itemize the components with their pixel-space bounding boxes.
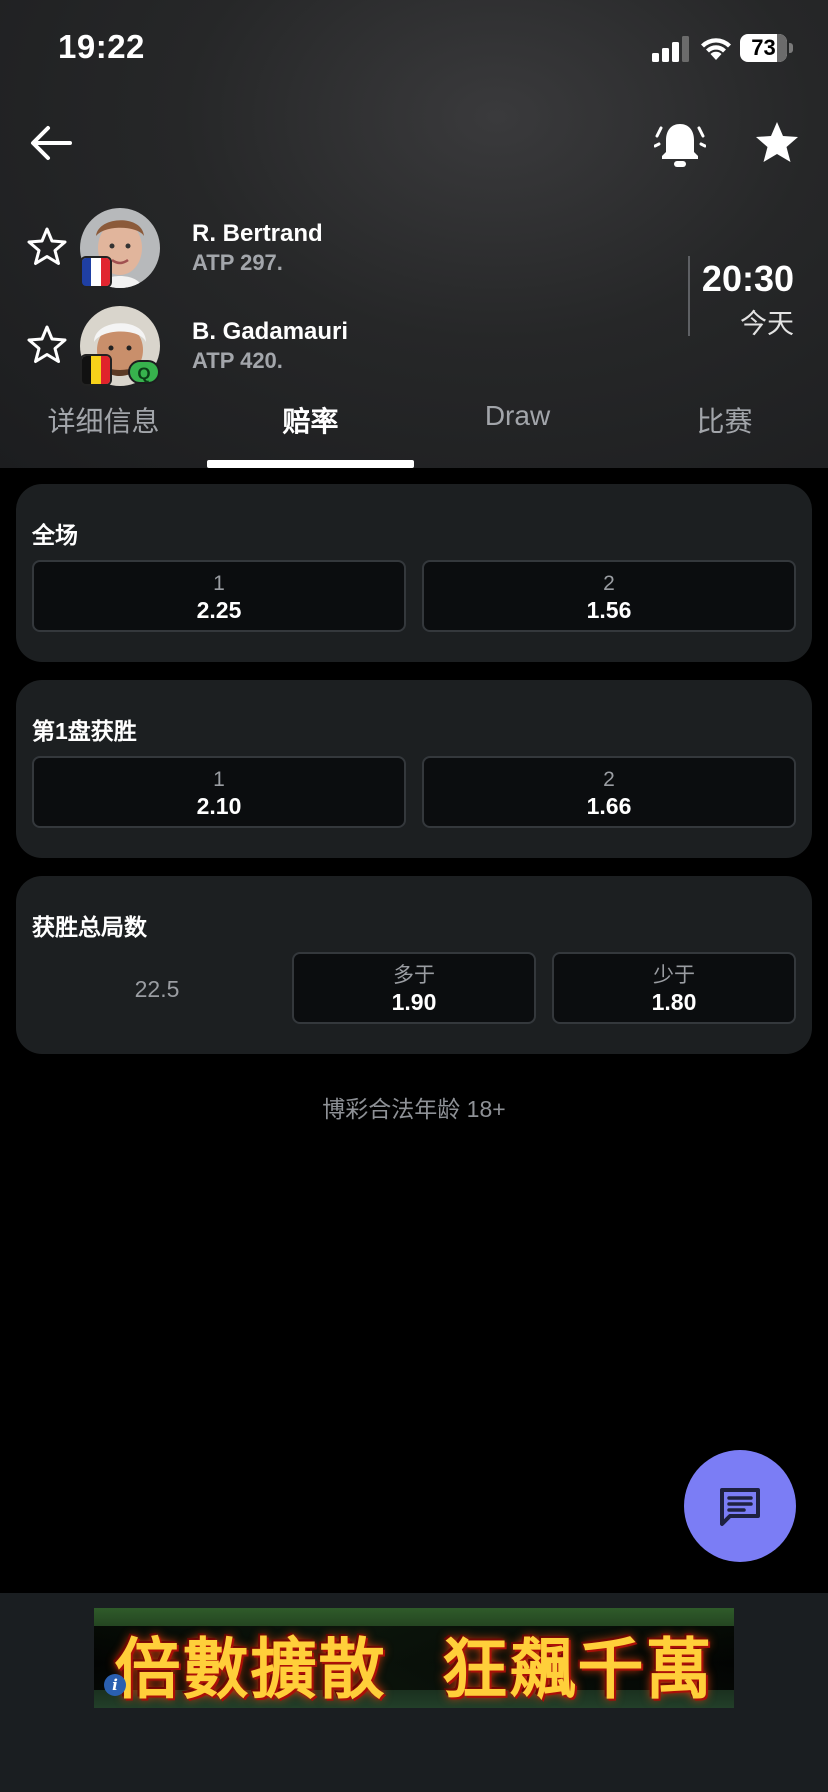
odds-button-player-1[interactable]: 1 2.10 [32, 756, 406, 828]
player-rank: ATP 420. [192, 348, 283, 373]
player-row-1[interactable]: R. Bertrand ATP 297. [0, 204, 700, 290]
odds-label: 多于 [393, 964, 435, 987]
odds-button-player-1[interactable]: 1 2.25 [32, 560, 406, 632]
odds-label: 1 [213, 768, 225, 791]
odds-label: 2 [603, 768, 615, 791]
chat-button[interactable] [684, 1450, 796, 1562]
odds-value: 1.90 [391, 989, 437, 1015]
odds-button-player-2[interactable]: 2 1.66 [422, 756, 796, 828]
favorite-star-icon[interactable] [752, 118, 802, 168]
back-arrow-icon[interactable] [26, 118, 76, 168]
flag-belgium-icon [80, 354, 112, 386]
divider [688, 256, 690, 336]
odds-label: 1 [213, 572, 225, 595]
qualifier-badge: Q [128, 360, 160, 384]
odds-label: 2 [603, 572, 615, 595]
active-tab-indicator [207, 460, 414, 468]
match-header: 19:22 73 R. Bertrand ATP 297. Q B. Gadam… [0, 0, 828, 468]
wifi-icon [701, 38, 731, 60]
battery-indicator: 73 [740, 34, 793, 62]
status-bar: 19:22 73 [0, 0, 828, 100]
tab-matches[interactable]: 比赛 [621, 400, 828, 440]
total-games-line: 22.5 [134, 976, 180, 1002]
battery-level: 73 [751, 35, 776, 60]
player-name: R. Bertrand [192, 220, 323, 247]
chat-message-icon [720, 1488, 760, 1526]
odds-button-over[interactable]: 多于 1.90 [292, 952, 536, 1024]
player-row-2[interactable]: Q B. Gadamauri ATP 420. [0, 302, 700, 388]
tab-bar: 详细信息 赔率 Draw 比赛 [0, 390, 828, 468]
market-title: 全场 [32, 522, 78, 548]
match-start-time: 20:30 [701, 258, 794, 299]
cellular-signal-icon [652, 36, 689, 62]
match-day: 今天 [740, 309, 794, 339]
legal-age-note: 博彩合法年龄 18+ [322, 1096, 506, 1122]
ad-info-icon[interactable]: i [104, 1674, 126, 1696]
ad-area: 倍數擴散 狂飆千萬 i [0, 1593, 828, 1792]
odds-value: 2.25 [196, 597, 242, 623]
odds-value: 1.56 [586, 597, 632, 623]
tab-details[interactable]: 详细信息 [0, 400, 207, 440]
ad-headline: 倍數擴散 狂飆千萬 [114, 1630, 714, 1708]
tab-odds[interactable]: 赔率 [207, 400, 414, 440]
odds-button-under[interactable]: 少于 1.80 [552, 952, 796, 1024]
star-outline-icon[interactable] [26, 324, 68, 366]
market-title: 获胜总局数 [32, 914, 147, 940]
odds-value: 1.66 [586, 793, 632, 819]
player-name: B. Gadamauri [192, 318, 349, 345]
status-time: 19:22 [58, 28, 145, 65]
tab-draw[interactable]: Draw [414, 400, 621, 432]
market-card-first-set: 第1盘获胜 1 2.10 2 1.66 [16, 680, 812, 858]
flag-france-icon [80, 256, 112, 288]
odds-label: 少于 [653, 964, 695, 987]
market-card-full-match: 全场 1 2.25 2 1.56 [16, 484, 812, 662]
player-rank: ATP 297. [192, 250, 283, 275]
market-title: 第1盘获胜 [32, 718, 137, 744]
odds-value: 2.10 [196, 793, 242, 819]
odds-value: 1.80 [651, 989, 697, 1015]
ad-banner[interactable]: 倍數擴散 狂飆千萬 i [94, 1608, 734, 1708]
odds-button-player-2[interactable]: 2 1.56 [422, 560, 796, 632]
star-outline-icon[interactable] [26, 226, 68, 268]
alarm-bell-icon[interactable] [654, 116, 706, 172]
market-card-total-games: 获胜总局数 22.5 多于 1.90 少于 1.80 [16, 876, 812, 1054]
